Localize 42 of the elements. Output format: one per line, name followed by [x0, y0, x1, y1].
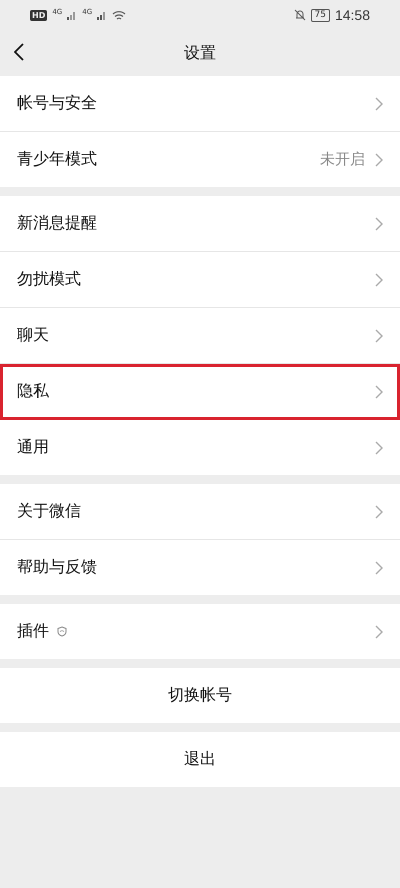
row-label: 帮助与反馈 — [17, 557, 97, 578]
row-label: 隐私 — [17, 381, 49, 402]
settings-row[interactable]: 隐私 — [0, 364, 400, 420]
action-button[interactable]: 退出 — [0, 732, 400, 787]
settings-row[interactable]: 通用 — [0, 420, 400, 475]
hd-badge: HD — [30, 10, 48, 20]
settings-row[interactable]: 关于微信 — [0, 484, 400, 540]
settings-row[interactable]: 新消息提醒 — [0, 196, 400, 252]
chevron-icon — [375, 328, 383, 342]
chevron-icon — [375, 152, 383, 166]
chevron-icon — [375, 272, 383, 286]
wifi-icon — [112, 10, 126, 20]
row-label: 青少年模式 — [17, 149, 97, 170]
bell-muted-icon — [294, 9, 306, 21]
signal-icon — [97, 10, 108, 20]
chevron-icon — [375, 624, 383, 638]
settings-row[interactable]: 青少年模式 未开启 — [0, 132, 400, 187]
chevron-icon — [375, 504, 383, 518]
row-label: 聊天 — [17, 325, 49, 346]
settings-row[interactable]: 插件 — [0, 604, 400, 659]
chevron-icon — [375, 440, 383, 454]
chevron-icon — [375, 96, 383, 110]
row-label: 勿扰模式 — [17, 269, 81, 290]
row-label: 新消息提醒 — [17, 213, 97, 234]
chevron-icon — [375, 560, 383, 574]
signal-icon — [67, 10, 78, 20]
status-time: 14:58 — [334, 7, 370, 23]
settings-row[interactable]: 勿扰模式 — [0, 252, 400, 308]
row-value: 未开启 — [320, 150, 365, 169]
chevron-icon — [375, 384, 383, 398]
row-label: 帐号与安全 — [17, 93, 97, 114]
back-button[interactable] — [12, 41, 26, 63]
row-label: 插件 — [17, 621, 49, 642]
settings-row[interactable]: 帮助与反馈 — [0, 540, 400, 595]
row-label: 关于微信 — [17, 501, 81, 522]
chevron-icon — [375, 216, 383, 230]
battery-level: 75 — [310, 8, 330, 22]
row-label: 通用 — [17, 437, 49, 458]
page-title: 设置 — [184, 42, 216, 64]
settings-row[interactable]: 帐号与安全 — [0, 76, 400, 132]
action-button[interactable]: 切换帐号 — [0, 668, 400, 723]
settings-row[interactable]: 聊天 — [0, 308, 400, 364]
